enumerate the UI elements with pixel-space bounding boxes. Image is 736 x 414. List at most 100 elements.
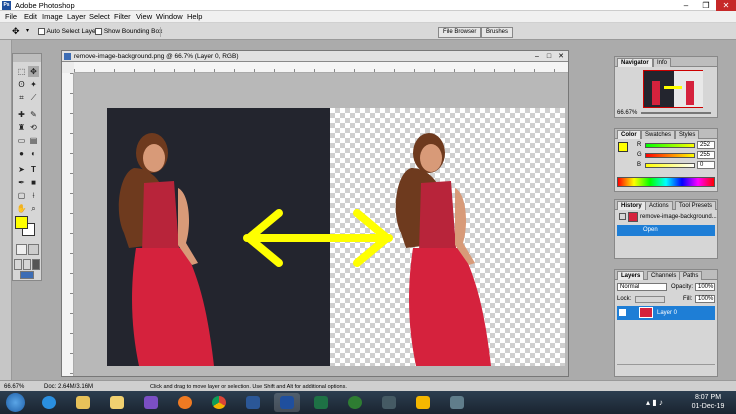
fill-input[interactable]: 100% xyxy=(695,295,715,303)
menu-edit[interactable]: Edit xyxy=(24,12,37,22)
taskbar-excel[interactable] xyxy=(308,393,334,412)
r-value[interactable]: 252 xyxy=(697,141,715,149)
taskbar-vs[interactable] xyxy=(138,393,164,412)
menu-filter[interactable]: Filter xyxy=(114,12,131,22)
maximize-button[interactable]: ❐ xyxy=(696,0,716,11)
bounding-box-checkbox[interactable] xyxy=(95,28,102,35)
tab-file-browser[interactable]: File Browser xyxy=(438,27,482,38)
tab-navigator[interactable]: Navigator xyxy=(617,58,653,67)
b-slider[interactable] xyxy=(645,163,695,168)
tab-brushes[interactable]: Brushes xyxy=(481,27,514,38)
tab-layers[interactable]: Layers xyxy=(617,271,645,280)
g-value[interactable]: 255 xyxy=(697,151,715,159)
history-step-open[interactable]: Open xyxy=(617,225,715,236)
close-button[interactable]: ✕ xyxy=(716,0,736,11)
hand-icon[interactable]: ✋ xyxy=(16,203,27,214)
tab-paths[interactable]: Paths xyxy=(679,271,703,280)
pen-icon[interactable]: ✒ xyxy=(16,177,27,188)
menu-file[interactable]: File xyxy=(5,12,17,22)
marquee-icon[interactable]: ⬚ xyxy=(16,66,27,77)
menu-window[interactable]: Window xyxy=(156,12,183,22)
tab-color[interactable]: Color xyxy=(617,130,641,139)
gradient-icon[interactable]: ▤ xyxy=(28,135,39,146)
move-tool-icon[interactable]: ✥ xyxy=(28,66,39,77)
color-fg-swatch[interactable] xyxy=(618,142,628,152)
taskbar-photoshop[interactable] xyxy=(274,393,300,412)
menu-image[interactable]: Image xyxy=(42,12,63,22)
foreground-color-swatch[interactable] xyxy=(15,216,28,229)
crop-icon[interactable]: ⌗ xyxy=(16,92,27,103)
screen-mode-standard-icon[interactable] xyxy=(14,259,22,270)
navigator-thumbnail[interactable] xyxy=(643,70,703,108)
status-zoom[interactable]: 66.67% xyxy=(4,383,24,391)
bounding-box-option[interactable]: Show Bounding Box xyxy=(95,28,162,36)
navigator-zoom[interactable]: 66.67% xyxy=(617,109,637,117)
menu-select[interactable]: Select xyxy=(89,12,110,22)
slice-icon[interactable]: ⟋ xyxy=(28,92,39,103)
tab-swatches[interactable]: Swatches xyxy=(641,130,676,139)
canvas-area[interactable] xyxy=(74,73,568,376)
color-ramp[interactable] xyxy=(617,177,715,187)
taskbar-firefox[interactable] xyxy=(172,393,198,412)
layers-footer-buttons[interactable] xyxy=(617,364,715,374)
ruler-horizontal[interactable] xyxy=(74,62,568,73)
opacity-input[interactable]: 100% xyxy=(695,283,715,291)
menu-view[interactable]: View xyxy=(136,12,152,22)
taskbar-settings[interactable] xyxy=(444,393,470,412)
b-value[interactable]: 0 xyxy=(697,161,715,169)
g-slider[interactable] xyxy=(645,153,695,158)
quick-mask-icon[interactable] xyxy=(28,244,39,255)
move-tool-icon[interactable]: ✥ xyxy=(12,26,24,37)
magic-wand-icon[interactable]: ✦ xyxy=(28,79,39,90)
zoom-icon[interactable]: ⌕ xyxy=(28,203,39,214)
healing-icon[interactable]: ✚ xyxy=(16,109,27,120)
taskbar-media[interactable] xyxy=(376,393,402,412)
tab-channels[interactable]: Channels xyxy=(647,271,681,280)
standard-mode-icon[interactable] xyxy=(16,244,27,255)
path-select-icon[interactable]: ➤ xyxy=(16,164,27,175)
r-slider[interactable] xyxy=(645,143,695,148)
menu-layer[interactable]: Layer xyxy=(67,12,86,22)
ruler-vertical[interactable] xyxy=(62,73,74,376)
shape-icon[interactable]: ■ xyxy=(28,177,39,188)
eyedropper-icon[interactable]: ⟊ xyxy=(28,190,39,201)
lock-buttons[interactable] xyxy=(635,296,665,303)
minimize-button[interactable]: – xyxy=(676,0,696,11)
screen-mode-full-menu-icon[interactable] xyxy=(23,259,31,270)
auto-select-checkbox[interactable] xyxy=(38,28,45,35)
layer-name[interactable]: Layer 0 xyxy=(657,309,677,317)
brush-icon[interactable]: ✎ xyxy=(28,109,39,120)
blur-icon[interactable]: ● xyxy=(16,148,27,159)
doc-minimize-button[interactable]: – xyxy=(532,52,542,61)
stamp-icon[interactable]: ♜ xyxy=(16,122,27,133)
history-snapshot-name[interactable]: remove-image-background... xyxy=(640,213,717,221)
eraser-icon[interactable]: ▭ xyxy=(16,135,27,146)
tray-icons[interactable]: ▴ ▮ ♪ xyxy=(646,398,676,407)
doc-close-button[interactable]: ✕ xyxy=(556,52,566,61)
auto-select-option[interactable]: Auto Select Layer xyxy=(38,28,98,36)
history-brush-icon[interactable]: ⟲ xyxy=(28,122,39,133)
taskbar-word[interactable] xyxy=(240,393,266,412)
navigator-zoom-slider[interactable] xyxy=(641,112,711,114)
chevron-down-icon[interactable]: ▾ xyxy=(26,26,29,37)
start-button[interactable] xyxy=(6,393,25,412)
taskbar-chrome[interactable] xyxy=(206,393,232,412)
layer-row-0[interactable]: Layer 0 xyxy=(617,306,715,320)
taskbar-ie[interactable] xyxy=(36,393,62,412)
tab-actions[interactable]: Actions xyxy=(645,201,673,210)
eye-icon[interactable] xyxy=(619,309,626,316)
menu-help[interactable]: Help xyxy=(187,12,202,22)
taskbar-app[interactable] xyxy=(342,393,368,412)
taskbar-mail[interactable] xyxy=(410,393,436,412)
imageready-icon[interactable] xyxy=(20,271,34,279)
screen-mode-full-icon[interactable] xyxy=(32,259,40,270)
tab-history[interactable]: History xyxy=(617,201,646,210)
taskbar-explorer[interactable] xyxy=(70,393,96,412)
clock[interactable]: 8:07 PM 01-Dec-19 xyxy=(686,393,730,411)
tab-styles[interactable]: Styles xyxy=(675,130,700,139)
tab-info[interactable]: Info xyxy=(653,58,672,67)
align-buttons[interactable] xyxy=(160,27,360,37)
history-brush-source-icon[interactable] xyxy=(619,213,626,220)
dodge-icon[interactable]: ◐ xyxy=(28,148,39,159)
text-icon[interactable]: T xyxy=(28,164,39,175)
